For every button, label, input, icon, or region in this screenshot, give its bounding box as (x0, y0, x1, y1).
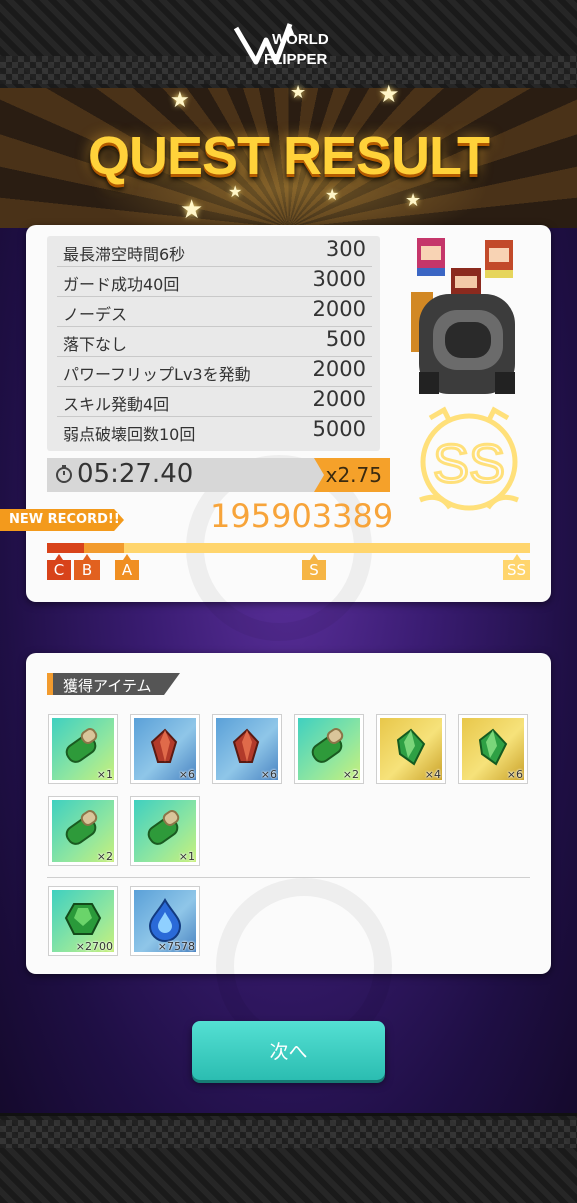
section-accent (47, 673, 53, 695)
logo-text-flipper: FLIPPER (264, 51, 328, 68)
party-sprite-icon (411, 238, 515, 394)
bonus-value: 2000 (312, 297, 366, 321)
item-tile[interactable]: ×6 (458, 714, 528, 784)
item-quantity: ×2 (96, 850, 113, 863)
item-tile[interactable]: ×2 (48, 796, 118, 866)
item-tile[interactable]: ×1 (130, 796, 200, 866)
blue-drop-icon (142, 896, 188, 946)
item-tile[interactable]: ×2 (294, 714, 364, 784)
bonus-value: 2000 (312, 357, 366, 381)
gauge-rank-c: C (47, 554, 71, 580)
item-quantity: ×6 (178, 768, 195, 781)
red-crystal-icon (142, 724, 188, 774)
item-tile[interactable]: ×7578 (130, 886, 200, 956)
bonus-value: 500 (325, 327, 366, 351)
gauge-rank-label: S (309, 561, 319, 579)
checker-pattern (0, 1120, 577, 1148)
green-crystal-icon (470, 724, 516, 774)
new-record-badge: NEW RECORD!! (0, 509, 124, 531)
bonus-label: 最長滞空時間6秒 (63, 245, 186, 264)
star-icon: ★ (405, 190, 422, 211)
item-quantity: ×6 (506, 768, 523, 781)
item-tile[interactable]: ×6 (130, 714, 200, 784)
item-quantity: ×1 (178, 850, 195, 863)
star-icon: ★ (290, 82, 307, 103)
gauge-low-section (47, 543, 84, 553)
item-quantity: ×4 (424, 768, 441, 781)
list-item: 落下なし 500 (57, 326, 372, 357)
multiplier-value: x2.75 (325, 463, 382, 487)
bonus-label: 落下なし (63, 335, 128, 354)
list-item: 弱点破壊回数10回 5000 (57, 416, 372, 446)
bonus-value: 5000 (312, 417, 366, 441)
next-button[interactable]: 次へ (192, 1021, 385, 1080)
clear-time: 05:27.40 (77, 459, 194, 489)
bonus-label: 弱点破壊回数10回 (63, 425, 196, 444)
star-icon: ★ (180, 195, 204, 225)
bonus-label: ノーデス (63, 305, 128, 324)
gauge-rank-ss: SS (503, 554, 530, 580)
bonus-value: 2000 (312, 387, 366, 411)
green-gem-icon (60, 896, 106, 946)
bonus-value: 300 (325, 237, 366, 261)
divider (47, 877, 530, 878)
green-scroll-icon (306, 724, 352, 774)
item-tile[interactable]: ×1 (48, 714, 118, 784)
green-scroll-icon (142, 806, 188, 856)
new-record-label: NEW RECORD!! (9, 512, 120, 527)
green-scroll-icon (60, 806, 106, 856)
star-icon: ★ (170, 88, 190, 113)
rank-medal-icon: SS (419, 406, 519, 511)
list-item: 最長滞空時間6秒 300 (57, 236, 372, 267)
item-quantity: ×2700 (75, 940, 113, 953)
green-scroll-icon (60, 724, 106, 774)
bonus-label: スキル発動4回 (63, 395, 170, 414)
gauge-rank-label: A (121, 561, 133, 579)
red-crystal-icon (224, 724, 270, 774)
total-score: 195903389 (210, 497, 394, 535)
world-flipper-logo: WORLD FLIPPER (233, 23, 329, 68)
top-bar: WORLD FLIPPER (0, 0, 577, 91)
item-tile[interactable]: ×6 (212, 714, 282, 784)
logo-text-world: WORLD (272, 31, 329, 48)
item-quantity: ×1 (96, 768, 113, 781)
gauge-rank-label: B (81, 561, 93, 579)
item-quantity: ×2 (342, 768, 359, 781)
bonus-value: 3000 (312, 267, 366, 291)
page-title: QUEST RESULT (87, 126, 490, 186)
list-item: パワーフリップLv3を発動 2000 (57, 356, 372, 387)
star-icon: ★ (378, 80, 400, 108)
list-item: ガード成功40回 3000 (57, 266, 372, 297)
gauge-rank-a: A (115, 554, 139, 580)
gauge-rank-label: SS (506, 561, 527, 579)
section-title: 獲得アイテム (63, 677, 152, 695)
score-gauge (47, 543, 530, 553)
item-tile[interactable]: ×2700 (48, 886, 118, 956)
item-quantity: ×7578 (157, 940, 195, 953)
bonus-label: ガード成功40回 (63, 275, 180, 294)
stopwatch-icon (56, 465, 72, 483)
bonus-label: パワーフリップLv3を発動 (63, 365, 251, 384)
section-header: 獲得アイテム (47, 673, 180, 695)
gauge-rank-b: B (74, 554, 100, 580)
rank-label: SS (433, 434, 505, 494)
star-icon: ★ (325, 185, 340, 204)
green-crystal-icon (388, 724, 434, 774)
gauge-rank-s: S (302, 554, 326, 580)
list-item: ノーデス 2000 (57, 296, 372, 327)
gauge-rank-label: C (53, 561, 65, 579)
next-button-label: 次へ (269, 1041, 308, 1063)
bottom-bar (0, 1113, 577, 1203)
list-item: スキル発動4回 2000 (57, 386, 372, 417)
bonus-list: 最長滞空時間6秒 300 ガード成功40回 3000 ノーデス 2000 落下な… (47, 236, 380, 451)
item-tile[interactable]: ×4 (376, 714, 446, 784)
score-multiplier: x2.75 (314, 458, 390, 492)
time-bar: 05:27.40 x2.75 (47, 458, 390, 492)
item-quantity: ×6 (260, 768, 277, 781)
